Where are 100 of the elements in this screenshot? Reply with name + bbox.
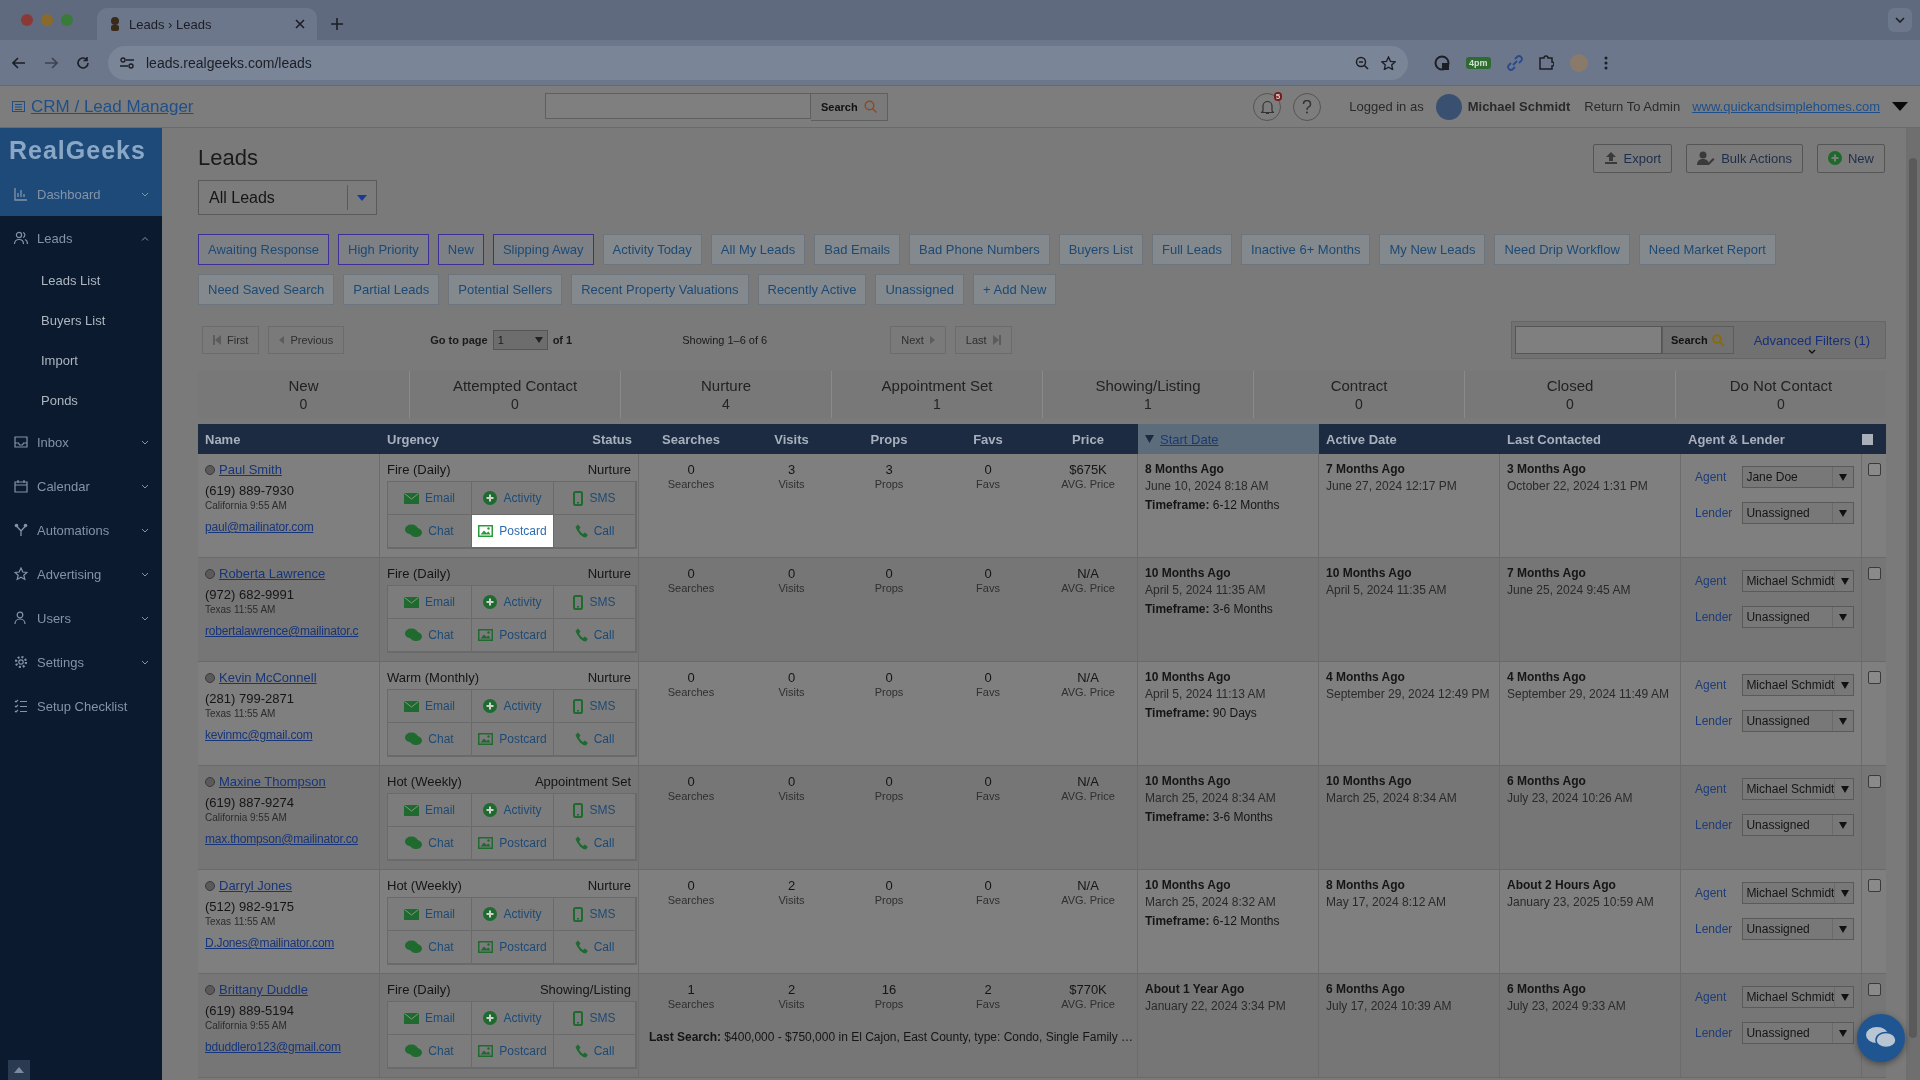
link-icon[interactable] (1506, 54, 1523, 71)
filter-chip[interactable]: New (437, 234, 484, 265)
zoom-icon[interactable] (1355, 55, 1369, 70)
postcard-button[interactable]: Postcard (472, 619, 554, 652)
row-checkbox[interactable] (1868, 463, 1881, 476)
column-header[interactable]: Agent & Lender (1681, 424, 1862, 454)
chat-button[interactable]: Chat (388, 931, 472, 964)
sidebar-item[interactable]: Setup Checklist (0, 684, 162, 728)
assignee-select[interactable]: Michael Schmidt (1742, 882, 1855, 904)
column-header[interactable]: Favs (938, 424, 1038, 454)
column-header[interactable]: Props (840, 424, 938, 454)
sidebar-subitem[interactable]: Leads List (0, 260, 162, 300)
stage-summary[interactable]: Contract 0 (1253, 371, 1464, 418)
activity-button[interactable]: Activity (472, 794, 554, 827)
activity-button[interactable]: Activity (472, 586, 554, 619)
filter-chip[interactable]: Recently Active (757, 274, 867, 305)
chat-button[interactable]: Chat (388, 619, 472, 652)
lead-name-link[interactable]: Paul Smith (219, 462, 282, 477)
sms-button[interactable]: SMS (554, 482, 636, 515)
stage-summary[interactable]: Appointment Set 1 (831, 371, 1042, 418)
filter-chip[interactable]: Slipping Away (492, 234, 594, 265)
filter-chip[interactable]: Unassigned (875, 274, 965, 305)
filter-chip[interactable]: Bad Phone Numbers (909, 234, 1050, 265)
email-link[interactable]: bduddlero123@gmail.com (205, 1040, 341, 1054)
stage-summary[interactable]: Closed 0 (1464, 371, 1675, 418)
column-header[interactable]: Visits (743, 424, 840, 454)
filter-chip[interactable]: Awaiting Response (198, 234, 330, 265)
filter-chip[interactable]: Partial Leads (343, 274, 440, 305)
email-button[interactable]: Email (388, 586, 472, 619)
bookmark-star-icon[interactable] (1381, 55, 1396, 70)
new-tab-icon[interactable] (331, 18, 343, 30)
activity-button[interactable]: Activity (472, 1002, 554, 1035)
call-button[interactable]: Call (554, 931, 636, 964)
email-link[interactable]: robertalawrence@mailinator.c (205, 624, 359, 638)
calendar-extension-badge[interactable]: 4pm (1466, 56, 1491, 69)
chat-button[interactable]: Chat (388, 827, 472, 860)
search-button[interactable]: Search (1661, 326, 1734, 354)
page-select[interactable]: 1 (492, 330, 548, 350)
last-page-button[interactable]: Last (954, 326, 1012, 354)
sidebar-item[interactable]: Settings (0, 640, 162, 684)
assignee-select[interactable]: Unassigned (1742, 918, 1855, 940)
search-field[interactable] (545, 92, 811, 119)
chevron-down-icon[interactable] (141, 571, 149, 577)
sms-button[interactable]: SMS (554, 1002, 636, 1035)
column-header[interactable]: Name (198, 424, 380, 454)
sms-button[interactable]: SMS (554, 690, 636, 723)
sidebar-item[interactable]: Advertising (0, 552, 162, 596)
call-button[interactable]: Call (554, 515, 636, 548)
assignee-select[interactable]: Unassigned (1742, 710, 1855, 732)
next-page-button[interactable]: Next (890, 326, 946, 354)
assignee-select[interactable]: Michael Schmidt (1742, 674, 1855, 696)
action-button[interactable]: Bulk Actions (1686, 143, 1803, 173)
filter-chip[interactable]: Activity Today (602, 234, 702, 265)
assignee-select[interactable]: Michael Schmidt (1742, 570, 1855, 592)
return-to-admin-link[interactable]: Return To Admin (1584, 99, 1681, 114)
back-icon[interactable] (12, 56, 26, 69)
sms-button[interactable]: SMS (554, 794, 636, 827)
sidebar-item[interactable]: Leads (0, 216, 162, 260)
assignee-select[interactable]: Unassigned (1742, 814, 1855, 836)
select-all-checkbox[interactable] (1862, 433, 1873, 445)
sidebar-subitem[interactable]: Import (0, 340, 162, 380)
action-button[interactable]: New (1817, 143, 1885, 173)
row-checkbox[interactable] (1868, 567, 1881, 580)
email-button[interactable]: Email (388, 482, 472, 515)
postcard-button[interactable]: Postcard (472, 515, 554, 548)
assignee-select[interactable]: Unassigned (1742, 606, 1855, 628)
previous-page-button[interactable]: Previous (268, 326, 345, 354)
filter-chip[interactable]: Potential Sellers (448, 274, 563, 305)
call-button[interactable]: Call (554, 1035, 636, 1068)
chevron-down-icon[interactable] (141, 615, 149, 621)
chevron-down-icon[interactable] (141, 527, 149, 533)
stage-summary[interactable]: Attempted Contact 0 (409, 371, 620, 418)
forward-icon[interactable] (44, 56, 58, 69)
postcard-button[interactable]: Postcard (472, 827, 554, 860)
email-link[interactable]: D.Jones@mailinator.com (205, 936, 335, 950)
website-link[interactable]: www.quickandsimplehomes.com (1692, 99, 1880, 114)
email-button[interactable]: Email (388, 690, 472, 723)
stage-summary[interactable]: Showing/Listing 1 (1042, 371, 1253, 418)
scrollbar[interactable] (1906, 128, 1920, 1080)
sidebar-item[interactable]: Automations (0, 508, 162, 552)
sms-button[interactable]: SMS (554, 586, 636, 619)
sidebar-item[interactable]: Users (0, 596, 162, 640)
chat-button[interactable] (1857, 1014, 1905, 1062)
column-header[interactable]: Price (1038, 424, 1138, 454)
postcard-button[interactable]: Postcard (472, 931, 554, 964)
chat-button[interactable]: Chat (388, 723, 472, 756)
crm-title-link[interactable]: CRM / Lead Manager (31, 96, 194, 117)
assignee-select[interactable]: Unassigned (1742, 1022, 1855, 1044)
column-header[interactable]: Start Date (1138, 424, 1319, 454)
lead-name-link[interactable]: Maxine Thompson (219, 774, 326, 789)
chat-button[interactable]: Chat (388, 1035, 472, 1068)
filter-chip[interactable]: Bad Emails (814, 234, 900, 265)
row-checkbox[interactable] (1868, 983, 1881, 996)
caret-down-icon[interactable] (1892, 102, 1908, 111)
lead-name-link[interactable]: Brittany Duddle (219, 982, 308, 997)
sidebar-subitem[interactable]: Ponds (0, 380, 162, 420)
postcard-button[interactable]: Postcard (472, 1035, 554, 1068)
assignee-select[interactable]: Jane Doe (1742, 466, 1855, 488)
search-field[interactable] (1514, 326, 1662, 354)
lead-name-link[interactable]: Roberta Lawrence (219, 566, 326, 581)
